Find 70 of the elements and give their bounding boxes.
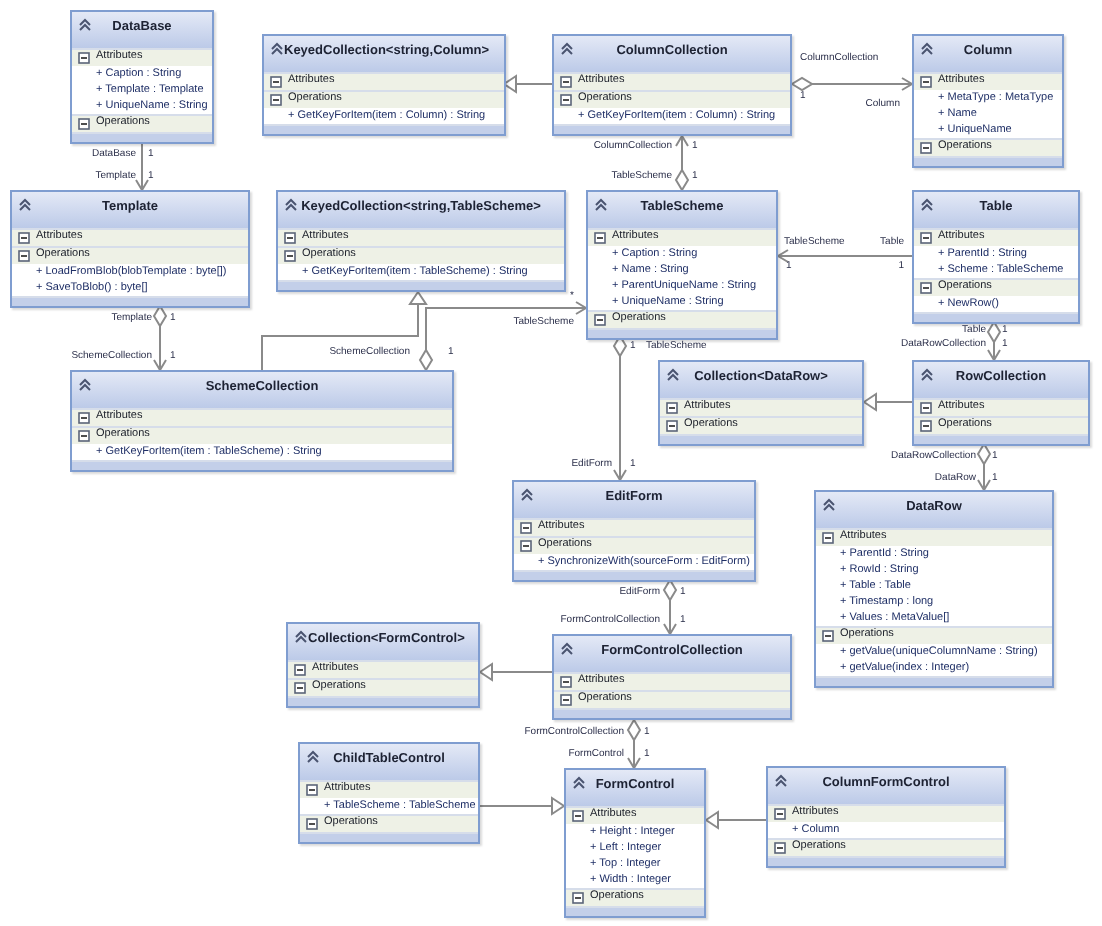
double-chevron-icon[interactable] xyxy=(594,198,608,212)
double-chevron-icon[interactable] xyxy=(306,750,320,764)
inheritance-line xyxy=(862,392,913,412)
double-chevron-icon[interactable] xyxy=(920,198,934,212)
collapse-icon[interactable] xyxy=(920,402,932,414)
collapse-icon[interactable] xyxy=(78,52,90,64)
inheritance-line xyxy=(502,74,553,94)
collapse-icon[interactable] xyxy=(594,232,606,244)
inheritance-line xyxy=(704,810,767,830)
aggregation-line xyxy=(976,442,992,492)
double-chevron-icon[interactable] xyxy=(920,368,934,382)
inheritance-line xyxy=(478,662,553,682)
collapse-icon[interactable] xyxy=(774,808,786,820)
collapse-icon[interactable] xyxy=(78,412,90,424)
collapse-icon[interactable] xyxy=(270,94,282,106)
collapse-icon[interactable] xyxy=(18,250,30,262)
double-chevron-icon[interactable] xyxy=(284,198,298,212)
collapse-icon[interactable] xyxy=(822,532,834,544)
inheritance-line xyxy=(479,796,566,816)
collapse-icon[interactable] xyxy=(560,676,572,688)
collapse-icon[interactable] xyxy=(520,522,532,534)
double-chevron-icon[interactable] xyxy=(78,18,92,32)
aggregation-line xyxy=(152,304,168,372)
collapse-icon[interactable] xyxy=(560,694,572,706)
class-footer xyxy=(566,906,704,916)
aggregation-line xyxy=(662,578,678,636)
collapse-icon[interactable] xyxy=(920,142,932,154)
collapse-icon[interactable] xyxy=(560,94,572,106)
collapse-icon[interactable] xyxy=(78,118,90,130)
association-line xyxy=(776,249,913,263)
collapse-icon[interactable] xyxy=(284,232,296,244)
double-chevron-icon[interactable] xyxy=(294,630,308,644)
collapse-icon[interactable] xyxy=(78,430,90,442)
aggregation-line xyxy=(626,718,642,770)
double-chevron-icon[interactable] xyxy=(270,42,284,56)
double-chevron-icon[interactable] xyxy=(774,774,788,788)
double-chevron-icon[interactable] xyxy=(560,642,574,656)
collapse-icon[interactable] xyxy=(572,892,584,904)
class-footer xyxy=(72,132,212,142)
collapse-icon[interactable] xyxy=(560,76,572,88)
double-chevron-icon[interactable] xyxy=(78,378,92,392)
collapse-icon[interactable] xyxy=(666,420,678,432)
collapse-icon[interactable] xyxy=(920,232,932,244)
double-chevron-icon[interactable] xyxy=(920,42,934,56)
association-line xyxy=(135,141,149,192)
collapse-icon[interactable] xyxy=(520,540,532,552)
collapse-icon[interactable] xyxy=(294,664,306,676)
collapse-icon[interactable] xyxy=(306,818,318,830)
double-chevron-icon[interactable] xyxy=(822,498,836,512)
collapse-icon[interactable] xyxy=(920,420,932,432)
collapse-icon[interactable] xyxy=(920,76,932,88)
double-chevron-icon[interactable] xyxy=(560,42,574,56)
collapse-icon[interactable] xyxy=(572,810,584,822)
collapse-icon[interactable] xyxy=(920,282,932,294)
double-chevron-icon[interactable] xyxy=(520,488,534,502)
collapse-icon[interactable] xyxy=(666,402,678,414)
collapse-icon[interactable] xyxy=(822,630,834,642)
collapse-icon[interactable] xyxy=(774,842,786,854)
collapse-icon[interactable] xyxy=(294,682,306,694)
collapse-icon[interactable] xyxy=(270,76,282,88)
double-chevron-icon[interactable] xyxy=(572,776,586,790)
double-chevron-icon[interactable] xyxy=(666,368,680,382)
collapse-icon[interactable] xyxy=(18,232,30,244)
collapse-icon[interactable] xyxy=(594,314,606,326)
double-chevron-icon[interactable] xyxy=(18,198,32,212)
collapse-icon[interactable] xyxy=(306,784,318,796)
aggregation-line xyxy=(790,76,914,92)
collapse-icon[interactable] xyxy=(284,250,296,262)
aggregation-line xyxy=(986,320,1002,362)
aggregation-line xyxy=(674,134,690,192)
